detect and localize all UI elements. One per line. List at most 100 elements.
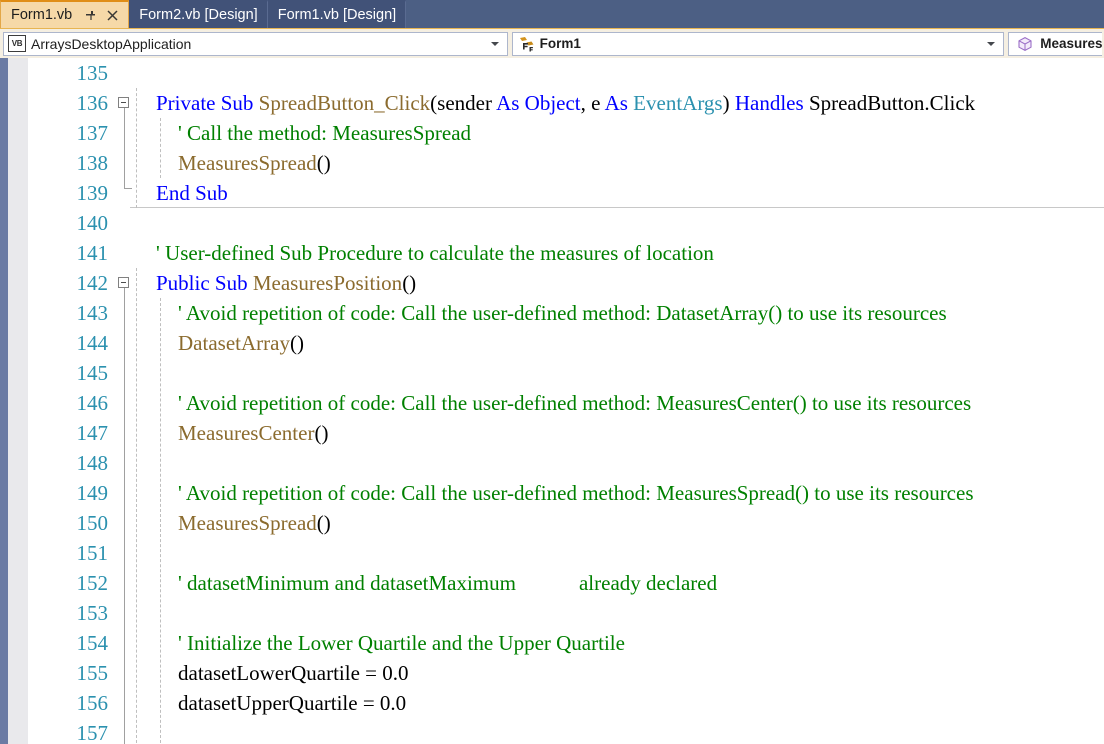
code-line[interactable]: 145 xyxy=(0,358,1104,388)
form-class-icon xyxy=(518,36,536,52)
code-line[interactable]: 146 ' Avoid repetition of code: Call the … xyxy=(0,388,1104,418)
code-line[interactable]: 141 ' User-defined Sub Procedure to calcu… xyxy=(0,238,1104,268)
token-cmt: ' User-defined Sub Procedure to calculat… xyxy=(156,241,714,265)
line-number: 136 xyxy=(76,91,109,115)
editor-navigation-bar: VB ArraysDesktopApplication Form1 Measur… xyxy=(0,28,1104,58)
token-pln: , e xyxy=(580,91,605,115)
tab-form1-vb-design[interactable]: Form1.vb [Design] xyxy=(267,0,407,28)
collapse-outline-icon[interactable] xyxy=(118,277,129,288)
line-number: 137 xyxy=(76,121,109,145)
line-number: 139 xyxy=(76,181,109,205)
code-line[interactable]: 150 MeasuresSpread() xyxy=(0,508,1104,538)
close-icon[interactable] xyxy=(106,8,119,22)
line-number: 147 xyxy=(76,421,109,445)
method-cube-icon xyxy=(1017,36,1033,52)
token-cmt: ' Initialize the Lower Quartile and the … xyxy=(178,631,625,655)
token-meth: DatasetArray xyxy=(178,331,290,355)
code-line[interactable]: 144 DatasetArray() xyxy=(0,328,1104,358)
outlining-guide[interactable] xyxy=(124,288,125,744)
class-dropdown[interactable]: Form1 xyxy=(511,31,1005,56)
line-number: 138 xyxy=(76,151,109,175)
member-dropdown-label: Measures xyxy=(1040,35,1102,51)
line-number: 156 xyxy=(76,691,109,715)
indent-guide xyxy=(136,88,137,208)
token-pln: SpreadButton.Click xyxy=(808,91,976,115)
token-kw: Handles xyxy=(734,91,809,115)
token-pln: datasetLowerQuartile = 0.0 xyxy=(178,661,409,685)
tab-form1-vb[interactable]: Form1.vb xyxy=(0,0,130,28)
token-kw: End Sub xyxy=(156,181,228,205)
code-line[interactable]: 135 xyxy=(0,58,1104,88)
code-text: datasetUpperQuartile = 0.0 xyxy=(178,688,406,718)
code-line[interactable]: 152 ' datasetMinimum and datasetMaximum a… xyxy=(0,568,1104,598)
line-number: 140 xyxy=(76,211,109,235)
token-pln: datasetUpperQuartile = 0.0 xyxy=(178,691,407,715)
token-cmt: ' datasetMinimum and datasetMaximum alre… xyxy=(178,571,718,595)
pin-icon[interactable] xyxy=(84,8,97,22)
code-line[interactable]: 136 Private Sub SpreadButton_Click(sender… xyxy=(0,88,1104,118)
indent-guide xyxy=(136,268,137,744)
chevron-down-icon[interactable] xyxy=(490,41,499,46)
chevron-down-icon[interactable] xyxy=(987,41,996,46)
code-line[interactable]: 149 ' Avoid repetition of code: Call the … xyxy=(0,478,1104,508)
project-dropdown-label: ArraysDesktopApplication xyxy=(31,35,192,52)
code-line[interactable]: 137 ' Call the method: MeasuresSpread xyxy=(0,118,1104,148)
token-kw: Public Sub xyxy=(156,271,253,295)
tab-actions xyxy=(84,8,119,22)
token-cmt: ' Avoid repetition of code: Call the use… xyxy=(178,391,972,415)
code-line[interactable]: 142 Public Sub MeasuresPosition() xyxy=(0,268,1104,298)
vb-project-icon: VB xyxy=(8,35,26,52)
outlining-guide-end xyxy=(124,188,132,189)
project-dropdown[interactable]: VB ArraysDesktopApplication xyxy=(3,31,508,56)
line-number: 153 xyxy=(76,601,109,625)
token-type: EventArgs xyxy=(633,91,723,115)
code-line[interactable]: 153 xyxy=(0,598,1104,628)
tab-form2-vb-design[interactable]: Form2.vb [Design] xyxy=(129,0,268,28)
outlining-guide[interactable] xyxy=(124,108,125,188)
token-meth: MeasuresSpread xyxy=(178,511,317,535)
line-number: 148 xyxy=(76,451,109,475)
code-line[interactable]: 147 MeasuresCenter() xyxy=(0,418,1104,448)
code-line[interactable]: 151 xyxy=(0,538,1104,568)
code-line[interactable]: 157 xyxy=(0,718,1104,744)
line-number: 154 xyxy=(76,631,109,655)
token-meth: MeasuresCenter xyxy=(178,421,315,445)
line-number: 150 xyxy=(76,511,109,535)
code-line[interactable]: 148 xyxy=(0,448,1104,478)
line-number: 135 xyxy=(76,61,109,85)
code-text: ' datasetMinimum and datasetMaximum alre… xyxy=(178,568,717,598)
line-number: 151 xyxy=(76,541,109,565)
token-pln: () xyxy=(314,421,329,445)
token-cmt: ' Avoid repetition of code: Call the use… xyxy=(178,301,947,325)
code-line[interactable]: 139 End Sub xyxy=(0,178,1104,208)
line-number: 157 xyxy=(76,721,109,744)
code-line[interactable]: 143 ' Avoid repetition of code: Call the … xyxy=(0,298,1104,328)
line-number: 152 xyxy=(76,571,109,595)
code-line[interactable]: 140 xyxy=(0,208,1104,238)
token-meth: MeasuresPosition xyxy=(252,271,403,295)
code-text: ' User-defined Sub Procedure to calculat… xyxy=(156,238,714,268)
code-text: ' Initialize the Lower Quartile and the … xyxy=(178,628,625,658)
code-editor-surface[interactable]: 135 136 Private Sub SpreadButton_Click(sen… xyxy=(0,58,1104,744)
code-line[interactable]: 155 datasetLowerQuartile = 0.0 xyxy=(0,658,1104,688)
code-text: DatasetArray() xyxy=(178,328,304,358)
line-number: 145 xyxy=(76,361,109,385)
token-pln: ) xyxy=(722,91,735,115)
code-text: MeasuresSpread() xyxy=(178,148,331,178)
code-line[interactable]: 138 MeasuresSpread() xyxy=(0,148,1104,178)
tab-label: Form2.vb [Design] xyxy=(139,6,258,23)
line-number: 141 xyxy=(76,241,109,265)
member-dropdown[interactable]: Measures xyxy=(1008,31,1102,56)
class-dropdown-label: Form1 xyxy=(539,35,581,51)
token-pln: () xyxy=(289,331,304,355)
code-text: Public Sub MeasuresPosition() xyxy=(156,268,416,298)
line-number: 142 xyxy=(76,271,109,295)
code-line[interactable]: 154 ' Initialize the Lower Quartile and t… xyxy=(0,628,1104,658)
collapse-outline-icon[interactable] xyxy=(118,97,129,108)
token-kw: As xyxy=(604,91,634,115)
token-kw: As Object xyxy=(496,91,581,115)
indent-guide xyxy=(160,298,161,744)
tab-label: Form1.vb xyxy=(11,6,73,23)
code-line[interactable]: 156 datasetUpperQuartile = 0.0 xyxy=(0,688,1104,718)
token-pln: () xyxy=(316,511,331,535)
